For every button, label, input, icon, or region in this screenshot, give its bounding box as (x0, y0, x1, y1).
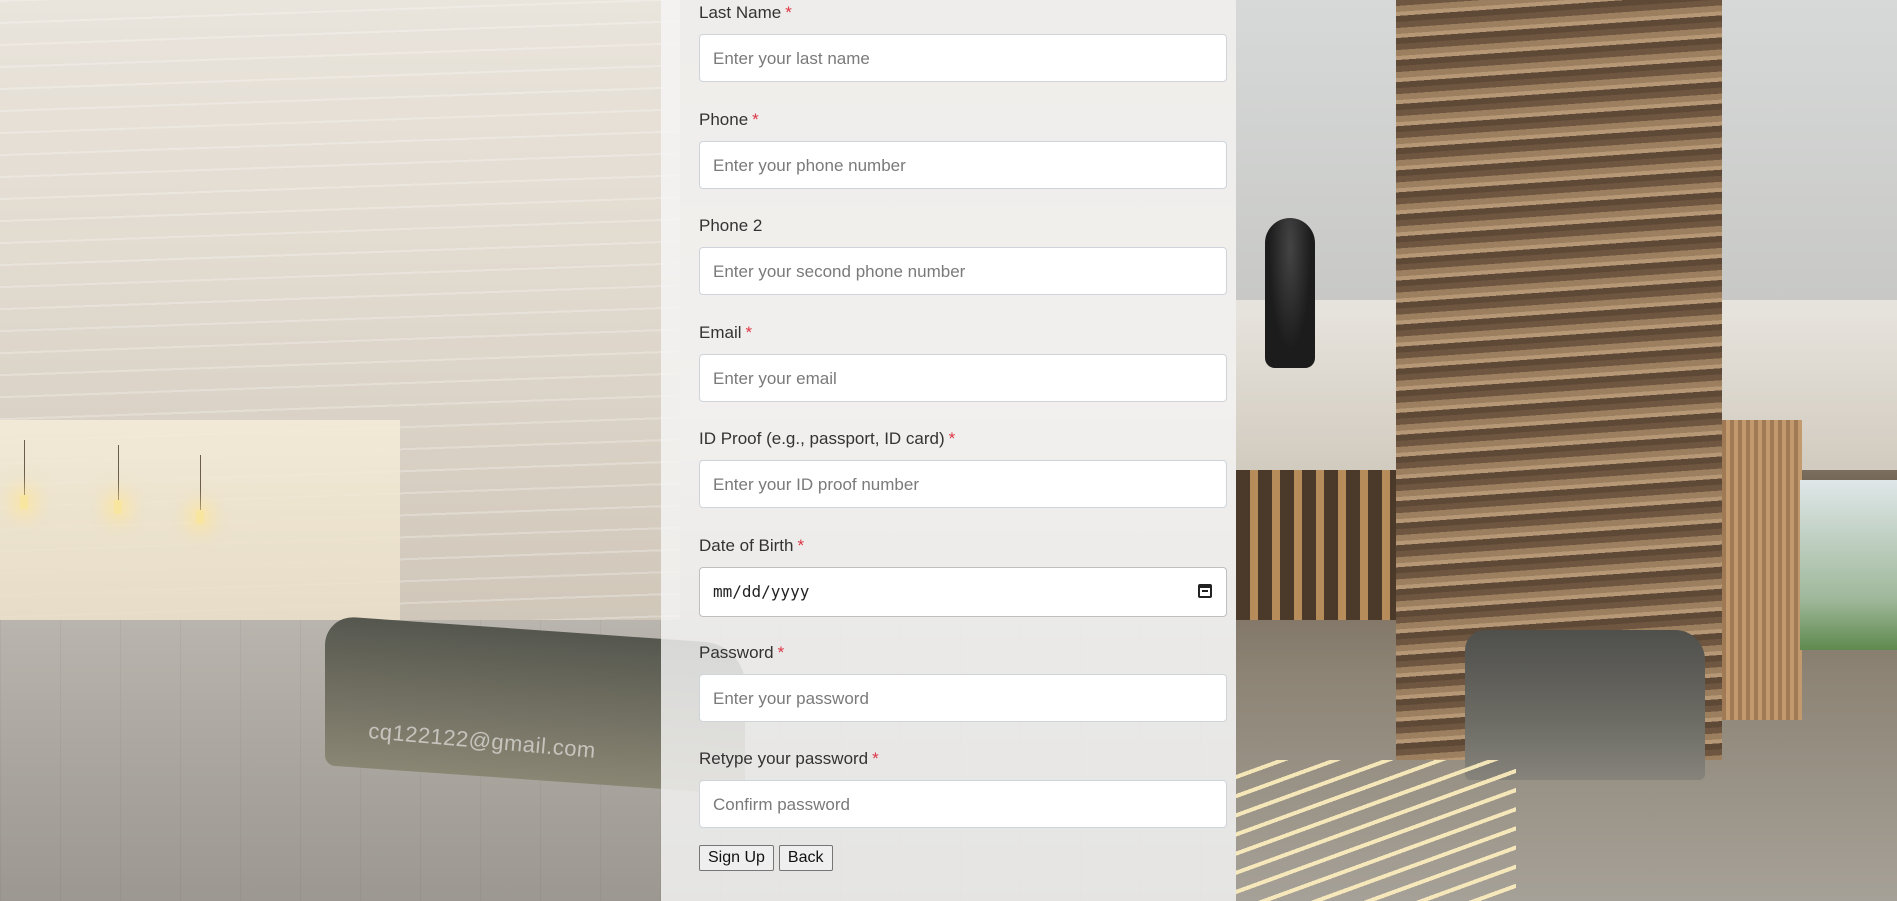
field-last-name: Last Name * Enter your last name (699, 2, 1227, 82)
last-name-label-text: Last Name (699, 3, 782, 22)
password-label: Password * (699, 642, 1227, 664)
signup-panel: Last Name * Enter your last name Phone * E… (661, 0, 1236, 901)
back-button[interactable]: Back (778, 845, 833, 871)
field-phone: Phone * Enter your phone number (699, 109, 1227, 189)
background-statue (1265, 218, 1315, 368)
field-id-proof: ID Proof (e.g., passport, ID card) * Ente… (699, 428, 1227, 508)
required-marker: * (872, 749, 879, 768)
background-window (1800, 480, 1897, 650)
background-lit-steps (1236, 760, 1516, 901)
phone-2-label: Phone 2 (699, 215, 1227, 237)
pendant-lamp (20, 495, 28, 509)
field-date-of-birth: Date of Birth * mm/dd/yyyy (699, 535, 1227, 617)
required-marker: * (948, 429, 956, 448)
date-of-birth-input[interactable]: mm/dd/yyyy (699, 567, 1227, 617)
phone-label-text: Phone (699, 110, 749, 129)
background-wood-wall (1722, 420, 1802, 720)
background-stone-counter-right (1465, 630, 1705, 780)
phone-input[interactable]: Enter your phone number (699, 141, 1227, 189)
required-marker: * (745, 323, 753, 342)
confirm-password-input[interactable]: Confirm password (699, 780, 1227, 828)
calendar-icon[interactable] (1198, 584, 1212, 598)
form-actions: Sign Up Back (699, 845, 833, 871)
id-proof-input[interactable]: Enter your ID proof number (699, 460, 1227, 508)
id-proof-label-text: ID Proof (e.g., passport, ID card) (699, 429, 945, 448)
last-name-label: Last Name * (699, 2, 1227, 24)
field-phone-2: Phone 2 Enter your second phone number (699, 215, 1227, 295)
phone-label: Phone * (699, 109, 1227, 131)
field-password: Password * Enter your password (699, 642, 1227, 722)
required-marker: * (797, 536, 805, 555)
phone-2-input[interactable]: Enter your second phone number (699, 247, 1227, 295)
pendant-lamp-cord (200, 455, 201, 510)
email-input[interactable]: Enter your email (699, 354, 1227, 402)
background-shelves (1236, 470, 1396, 620)
pendant-lamp (196, 510, 204, 524)
pendant-lamp-cord (118, 445, 119, 500)
retype-password-label: Retype your password * (699, 748, 1227, 770)
date-of-birth-label-text: Date of Birth (699, 536, 794, 555)
email-label-text: Email (699, 323, 742, 342)
retype-password-label-text: Retype your password (699, 749, 869, 768)
field-email: Email * Enter your email (699, 322, 1227, 402)
date-of-birth-label: Date of Birth * (699, 535, 1227, 557)
date-of-birth-value: mm/dd/yyyy (713, 582, 810, 601)
password-input[interactable]: Enter your password (699, 674, 1227, 722)
last-name-input[interactable]: Enter your last name (699, 34, 1227, 82)
email-label: Email * (699, 322, 1227, 344)
background-reception-alcove (0, 420, 400, 640)
required-marker: * (785, 3, 792, 22)
phone-2-label-text: Phone 2 (699, 216, 763, 235)
id-proof-label: ID Proof (e.g., passport, ID card) * (699, 428, 1227, 450)
sign-up-button[interactable]: Sign Up (699, 845, 774, 871)
field-retype-password: Retype your password * Confirm password (699, 748, 1227, 828)
required-marker: * (752, 110, 759, 129)
password-label-text: Password (699, 643, 774, 662)
required-marker: * (777, 643, 785, 662)
pendant-lamp-cord (24, 440, 25, 495)
pendant-lamp (114, 500, 122, 514)
